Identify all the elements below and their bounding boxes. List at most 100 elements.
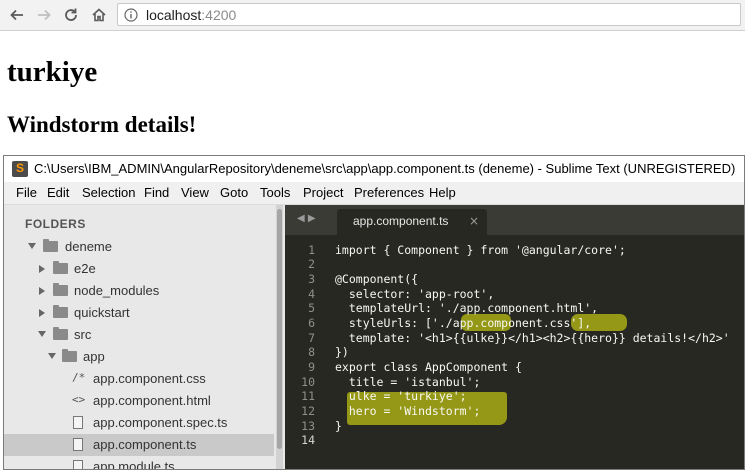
sidebar-scrollbar[interactable] (276, 205, 283, 469)
tree-item-label: app.component.ts (93, 437, 197, 452)
chevron-right-icon (39, 265, 45, 273)
menu-goto[interactable]: Goto (220, 185, 248, 200)
line-number: 4 (308, 287, 315, 301)
tab-label: app.component.ts (353, 214, 449, 228)
forward-arrow-icon[interactable] (33, 4, 55, 26)
menu-file[interactable]: File (16, 185, 37, 200)
menu-selection[interactable]: Selection (82, 185, 135, 200)
line-number: 8 (308, 345, 315, 359)
tree-item-app-component-ts[interactable]: app.component.ts (4, 434, 274, 456)
tree-item-quickstart[interactable]: quickstart (4, 302, 274, 324)
tree-item-app-module-ts[interactable]: app.module.ts (4, 456, 274, 470)
code-line: template: '<h1>{{ulke}}</h1><h2>{{hero}}… (335, 331, 730, 345)
tab-nav-arrows-icon[interactable]: ◀ ▶ (297, 213, 316, 224)
tree-item-app[interactable]: app (4, 346, 274, 368)
tree-item-label: quickstart (74, 305, 130, 320)
address-bar[interactable]: localhost:4200 (117, 3, 741, 26)
line-number: 2 (308, 257, 315, 271)
tree-item-label: deneme (65, 239, 112, 254)
menu-project[interactable]: Project (303, 185, 343, 200)
chevron-down-icon (38, 331, 46, 337)
scrollbar-thumb[interactable] (277, 209, 282, 449)
line-number: 13 (301, 419, 315, 433)
info-icon[interactable] (124, 8, 138, 27)
tree-item-label: app (83, 349, 105, 364)
chevron-right-icon (39, 287, 45, 295)
home-icon[interactable] (88, 4, 110, 26)
tree-item-app-component-css[interactable]: /* app.component.css (4, 368, 274, 390)
line-number: 5 (308, 301, 315, 315)
tree-item-label: node_modules (74, 283, 160, 298)
url-text[interactable]: localhost:4200 (146, 7, 236, 23)
tree-item-label: app.component.spec.ts (93, 415, 228, 430)
file-icon (73, 460, 83, 469)
folders-header: FOLDERS (25, 217, 86, 231)
tree-item-app-component-spec-ts[interactable]: app.component.spec.ts (4, 412, 274, 434)
folder-icon (53, 305, 68, 318)
folder-icon (53, 261, 68, 274)
code-line: @Component({ (335, 272, 419, 286)
folder-open-icon (62, 349, 77, 362)
code-line: import { Component } from '@angular/core… (335, 243, 626, 257)
html-file-icon: <> (72, 393, 86, 406)
tab-bar: ◀ ▶ app.component.ts × (285, 205, 744, 235)
line-number: 12 (301, 404, 315, 418)
code-line: selector: 'app-root', (335, 287, 495, 301)
menu-view[interactable]: View (181, 185, 209, 200)
folder-icon (53, 283, 68, 296)
code-line: styleUrls: ['./app.component.css'], (335, 316, 592, 330)
line-number: 9 (308, 360, 315, 374)
code-line: title = 'istanbul'; (335, 375, 481, 389)
folder-open-icon (43, 239, 58, 252)
code-line: }) (335, 345, 349, 359)
tree-item-label: e2e (74, 261, 96, 276)
code-area[interactable]: 1 2 3 4 5 6 7 8 9 10 11 12 13 14 import … (285, 235, 744, 469)
chevron-down-icon (48, 353, 56, 359)
url-port: :4200 (201, 7, 237, 23)
chevron-down-icon (28, 243, 36, 249)
chevron-right-icon (39, 309, 45, 317)
folder-open-icon (53, 327, 68, 340)
menu-tools[interactable]: Tools (260, 185, 290, 200)
line-number: 14 (301, 433, 315, 447)
tree-item-deneme[interactable]: deneme (4, 236, 274, 258)
file-icon (73, 416, 83, 429)
css-file-icon: /* (72, 371, 86, 384)
tree-item-e2e[interactable]: e2e (4, 258, 274, 280)
reload-icon[interactable] (60, 4, 82, 26)
tree-item-app-component-html[interactable]: <> app.component.html (4, 390, 274, 412)
menu-bar: File Edit Selection Find View Goto Tools… (4, 182, 744, 205)
line-number: 3 (308, 272, 315, 286)
window-title: C:\Users\IBM_ADMIN\AngularRepository\den… (34, 161, 736, 176)
tree-item-node-modules[interactable]: node_modules (4, 280, 274, 302)
sublime-logo-icon (12, 161, 28, 177)
tree-item-label: app.module.ts (93, 459, 175, 470)
code-line: } (335, 419, 342, 433)
line-number: 10 (301, 375, 315, 389)
menu-find[interactable]: Find (144, 185, 169, 200)
line-number: 11 (301, 389, 315, 403)
code-editor[interactable]: ◀ ▶ app.component.ts × 1 2 3 4 5 6 7 8 9… (285, 205, 744, 469)
tree-item-src[interactable]: src (4, 324, 274, 346)
menu-help[interactable]: Help (429, 185, 456, 200)
tab-app-component-ts[interactable]: app.component.ts × (337, 209, 487, 235)
folders-sidebar: FOLDERS deneme e2e node_modules quicksta… (4, 205, 285, 470)
window-titlebar: C:\Users\IBM_ADMIN\AngularRepository\den… (4, 156, 744, 182)
url-host: localhost (146, 7, 202, 23)
tree-item-label: app.component.css (93, 371, 206, 386)
code-line: templateUrl: './app.component.html', (335, 301, 599, 315)
file-icon (73, 438, 83, 451)
tree-item-label: src (74, 327, 92, 342)
code-line: hero = 'Windstorm'; (335, 404, 481, 418)
line-number: 6 (308, 316, 315, 330)
line-number: 7 (308, 331, 315, 345)
browser-toolbar: localhost:4200 (0, 0, 745, 31)
menu-preferences[interactable]: Preferences (354, 185, 424, 200)
line-number: 1 (308, 243, 315, 257)
back-arrow-icon[interactable] (6, 4, 28, 26)
tree-item-label: app.component.html (93, 393, 211, 408)
close-icon[interactable]: × (469, 214, 479, 228)
page-heading-country: turkiye (7, 56, 98, 88)
sublime-window: C:\Users\IBM_ADMIN\AngularRepository\den… (3, 155, 745, 470)
menu-edit[interactable]: Edit (47, 185, 69, 200)
